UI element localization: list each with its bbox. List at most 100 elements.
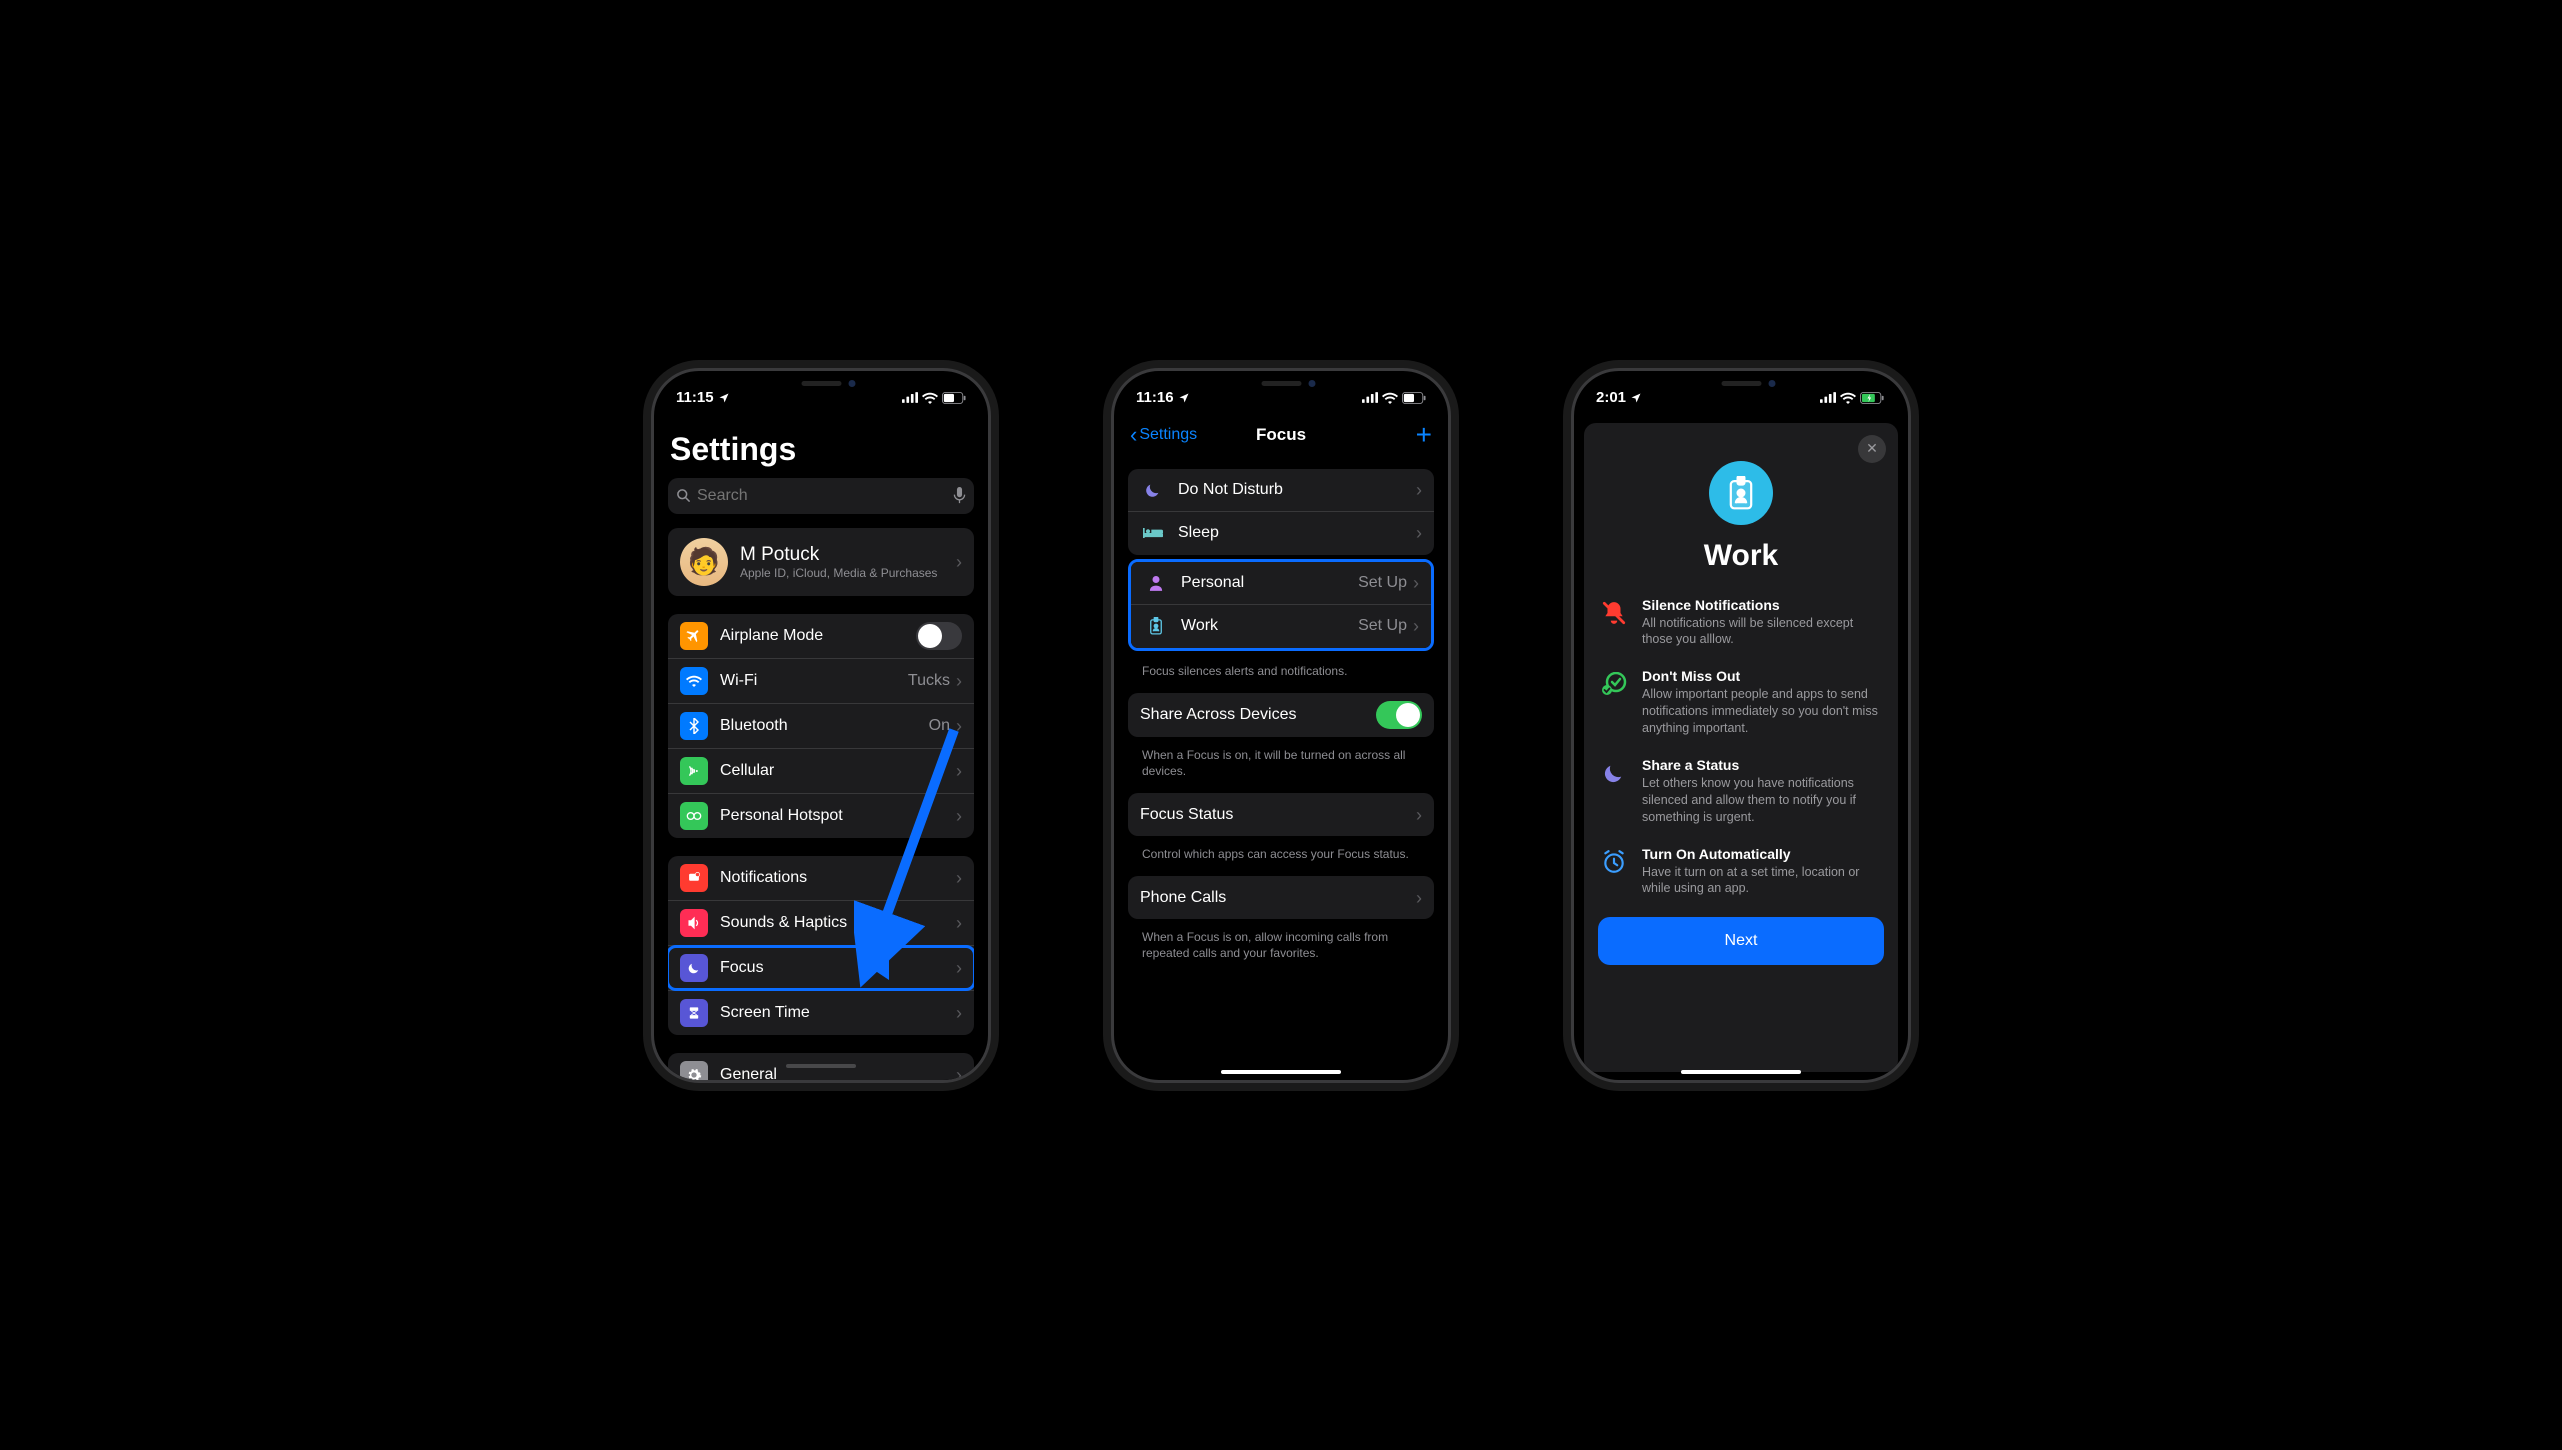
screentime-row[interactable]: Screen Time ›	[668, 991, 974, 1035]
airplane-row[interactable]: Airplane Mode	[668, 614, 974, 659]
share-devices-row[interactable]: Share Across Devices	[1128, 693, 1434, 737]
modes-footer: Focus silences alerts and notifications.	[1128, 657, 1434, 693]
share-toggle[interactable]	[1376, 701, 1422, 729]
status-time: 11:15	[676, 389, 714, 406]
avatar: 🧑	[680, 538, 728, 586]
notch	[1209, 371, 1354, 397]
profile-name: M Potuck	[740, 544, 956, 566]
phone-calls-group: Phone Calls ›	[1128, 876, 1434, 919]
profile-sub: Apple ID, iCloud, Media & Purchases	[740, 566, 956, 580]
row-label: Bluetooth	[720, 717, 929, 735]
airplane-toggle[interactable]	[916, 622, 962, 650]
chevron-right-icon: ›	[1416, 481, 1422, 499]
wifi-row[interactable]: Wi-Fi Tucks ›	[668, 659, 974, 704]
focus-icon	[680, 954, 708, 982]
moon-icon	[1140, 477, 1166, 503]
location-icon	[1630, 392, 1642, 404]
info-title: Share a Status	[1642, 757, 1884, 773]
check-shield-icon	[1598, 668, 1630, 700]
dnd-row[interactable]: Do Not Disturb ›	[1128, 469, 1434, 512]
info-share-status: Share a Status Let others know you have …	[1598, 757, 1884, 826]
info-desc: All notifications will be silenced excep…	[1642, 615, 1884, 649]
row-action: Set Up	[1358, 617, 1407, 635]
phone-work-setup: 2:01 ✕ Work	[1571, 368, 1911, 1083]
sleep-row[interactable]: Sleep ›	[1128, 512, 1434, 555]
airplane-icon	[680, 622, 708, 650]
close-icon: ✕	[1866, 440, 1878, 457]
search-bar[interactable]	[668, 478, 974, 514]
profile-group: 🧑 M Potuck Apple ID, iCloud, Media & Pur…	[668, 528, 974, 596]
info-auto: Turn On Automatically Have it turn on at…	[1598, 846, 1884, 898]
share-footer: When a Focus is on, it will be turned on…	[1128, 741, 1434, 793]
row-value: On	[929, 717, 950, 735]
settings-screen[interactable]: Settings 🧑 M Potuck Apple ID, iCloud, Me…	[654, 415, 988, 1080]
row-label: Personal Hotspot	[720, 807, 956, 825]
cellular-row[interactable]: Cellular ›	[668, 749, 974, 794]
phone-calls-row[interactable]: Phone Calls ›	[1128, 876, 1434, 919]
chevron-right-icon: ›	[956, 1004, 962, 1022]
info-title: Turn On Automatically	[1642, 846, 1884, 862]
personal-row[interactable]: Personal Set Up ›	[1131, 562, 1431, 605]
bluetooth-row[interactable]: Bluetooth On ›	[668, 704, 974, 749]
focus-row[interactable]: Focus ›	[668, 946, 974, 991]
search-input[interactable]	[697, 487, 947, 505]
focus-screen[interactable]: ‹ Settings Focus + Do Not Disturb › Slee…	[1114, 415, 1448, 1080]
nav-title: Focus	[1256, 425, 1306, 445]
info-silence: Silence Notifications All notifications …	[1598, 597, 1884, 649]
sounds-icon	[680, 909, 708, 937]
row-label: Work	[1181, 617, 1358, 635]
row-label: Cellular	[720, 762, 956, 780]
next-button[interactable]: Next	[1598, 917, 1884, 965]
next-label: Next	[1725, 932, 1758, 950]
row-label: Do Not Disturb	[1178, 481, 1416, 499]
cellular-icon	[680, 757, 708, 785]
phone-focus-list: 11:16 ‹ Settings Focus + Do	[1111, 368, 1451, 1083]
notifications-row[interactable]: Notifications ›	[668, 856, 974, 901]
page-title: Settings	[668, 415, 974, 478]
row-label: Personal	[1181, 574, 1358, 592]
chevron-right-icon: ›	[956, 914, 962, 932]
chevron-right-icon: ›	[1413, 574, 1419, 592]
chevron-right-icon: ›	[956, 869, 962, 887]
home-indicator[interactable]	[1221, 1070, 1341, 1074]
row-label: General	[720, 1066, 956, 1080]
row-label: Share Across Devices	[1140, 706, 1376, 724]
apple-id-row[interactable]: 🧑 M Potuck Apple ID, iCloud, Media & Pur…	[668, 528, 974, 596]
row-label: Sleep	[1178, 524, 1416, 542]
info-title: Silence Notifications	[1642, 597, 1884, 613]
notifications-group: Notifications › Sounds & Haptics › Focus…	[668, 856, 974, 1035]
scroll-indicator	[786, 1064, 856, 1068]
chevron-right-icon: ›	[1416, 806, 1422, 824]
focus-status-row[interactable]: Focus Status ›	[1128, 793, 1434, 836]
alarm-icon	[1598, 846, 1630, 878]
work-badge-icon	[1709, 461, 1773, 525]
battery-icon	[1402, 392, 1426, 404]
focus-modes-top: Do Not Disturb › Sleep ›	[1128, 469, 1434, 555]
screentime-icon	[680, 999, 708, 1027]
bluetooth-icon	[680, 712, 708, 740]
chevron-right-icon: ›	[1413, 617, 1419, 635]
nav-bar: ‹ Settings Focus +	[1128, 415, 1434, 455]
chevron-right-icon: ›	[956, 672, 962, 690]
signal-icon	[902, 392, 918, 403]
row-label: Focus Status	[1140, 806, 1416, 824]
focus-highlight-group: Personal Set Up › Work Set Up ›	[1128, 559, 1434, 651]
status-time: 11:16	[1136, 389, 1174, 406]
row-label: Focus	[720, 959, 956, 977]
wifi-icon	[1382, 392, 1398, 404]
work-setup-screen[interactable]: ✕ Work Silence Notifications All notific…	[1574, 415, 1908, 1080]
home-indicator[interactable]	[1681, 1070, 1801, 1074]
status-footer: Control which apps can access your Focus…	[1128, 840, 1434, 876]
sounds-row[interactable]: Sounds & Haptics ›	[668, 901, 974, 946]
chevron-right-icon: ›	[956, 553, 962, 571]
back-button[interactable]: ‹ Settings	[1130, 422, 1197, 448]
status-group: Focus Status ›	[1128, 793, 1434, 836]
mic-icon[interactable]	[953, 487, 966, 504]
row-value: Tucks	[908, 672, 950, 690]
wifi-icon	[680, 667, 708, 695]
work-row[interactable]: Work Set Up ›	[1131, 605, 1431, 648]
close-button[interactable]: ✕	[1858, 435, 1886, 463]
hotspot-icon	[680, 802, 708, 830]
hotspot-row[interactable]: Personal Hotspot ›	[668, 794, 974, 838]
add-button[interactable]: +	[1416, 419, 1432, 451]
